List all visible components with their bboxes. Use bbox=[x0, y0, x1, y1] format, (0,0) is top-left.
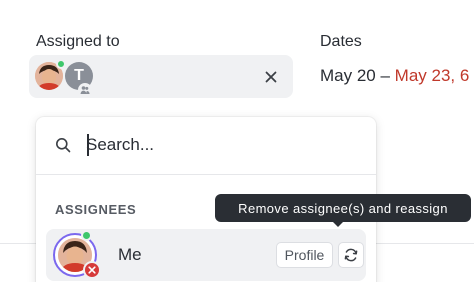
dates-value[interactable]: May 20 – May 23, 6 bbox=[320, 66, 469, 86]
refresh-icon bbox=[344, 248, 358, 262]
section-header-assignees: ASSIGNEES bbox=[55, 202, 137, 217]
online-status-dot bbox=[81, 230, 92, 241]
online-status-dot bbox=[56, 59, 66, 69]
assignee-name: Me bbox=[118, 245, 142, 264]
assigned-to-label: Assigned to bbox=[36, 33, 120, 50]
dropdown-divider bbox=[36, 174, 376, 175]
close-icon[interactable] bbox=[263, 69, 279, 85]
people-icon bbox=[78, 83, 92, 97]
assignee-row[interactable]: Me Profile bbox=[46, 229, 366, 281]
reassign-button[interactable] bbox=[338, 242, 364, 268]
tooltip-arrow bbox=[332, 221, 344, 227]
date-separator: – bbox=[375, 66, 395, 85]
search-input[interactable] bbox=[86, 132, 356, 158]
tooltip: Remove assignee(s) and reassign bbox=[215, 194, 471, 222]
due-date: May 23, 6 bbox=[394, 66, 470, 85]
search-icon bbox=[55, 137, 71, 153]
dates-label: Dates bbox=[320, 33, 362, 50]
remove-icon[interactable] bbox=[83, 261, 101, 279]
assignee-field[interactable]: T bbox=[29, 55, 293, 98]
text-cursor bbox=[87, 134, 89, 156]
start-date: May 20 bbox=[320, 66, 376, 85]
profile-button[interactable]: Profile bbox=[276, 242, 333, 268]
